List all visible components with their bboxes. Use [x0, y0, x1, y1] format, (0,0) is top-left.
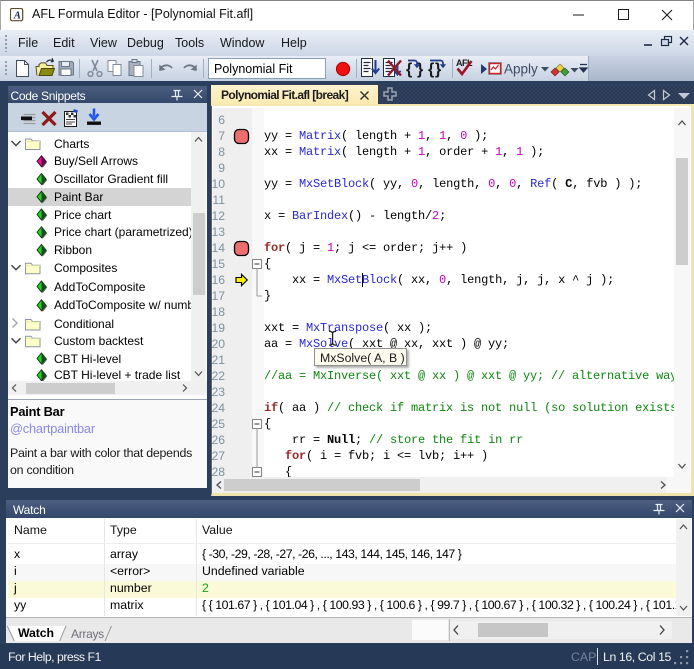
svg-text:}: } [435, 61, 441, 78]
svg-text:Apply: Apply [504, 62, 538, 77]
svg-text:{: { [406, 61, 412, 78]
svg-text:A: A [13, 11, 21, 22]
svg-text:}: } [417, 61, 423, 78]
svg-text:{: { [428, 61, 434, 78]
